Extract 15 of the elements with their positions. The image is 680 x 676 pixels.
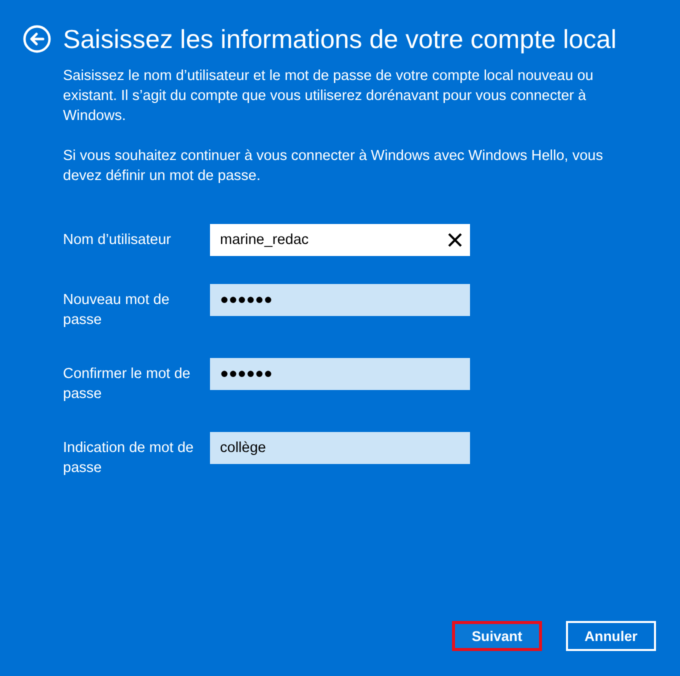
field-label: Confirmer le mot de passe [63,365,192,404]
input-field[interactable]: ●●●●●● [210,358,470,390]
cancel-button[interactable]: Annuler [566,621,656,651]
input-field[interactable]: ●●●●●● [210,284,470,316]
input-field[interactable]: marine_redac [210,224,470,256]
instruction-text: Saisissez le nom d’utilisateur et le mot de passe de votre compte local nouveau ou existant. Il s’agit du compte que vous utiliserez dorénavant pour vous connecter à Windows. [63,67,594,126]
next-button[interactable]: Suivant [452,621,542,651]
input-field[interactable]: collège [210,432,470,464]
field-label: Nom d’utilisateur [63,231,172,250]
page-title: Saisissez les informations de votre compte local [63,23,616,55]
instruction-text: Si vous souhaitez continuer à vous connecter à Windows avec Windows Hello, vous devez définir un mot de passe. [63,147,604,186]
field-label: Nouveau mot de passe [63,291,170,330]
field-label: Indication de mot de passe [63,439,195,478]
close-icon[interactable] [448,233,462,247]
back-icon[interactable] [23,25,51,53]
